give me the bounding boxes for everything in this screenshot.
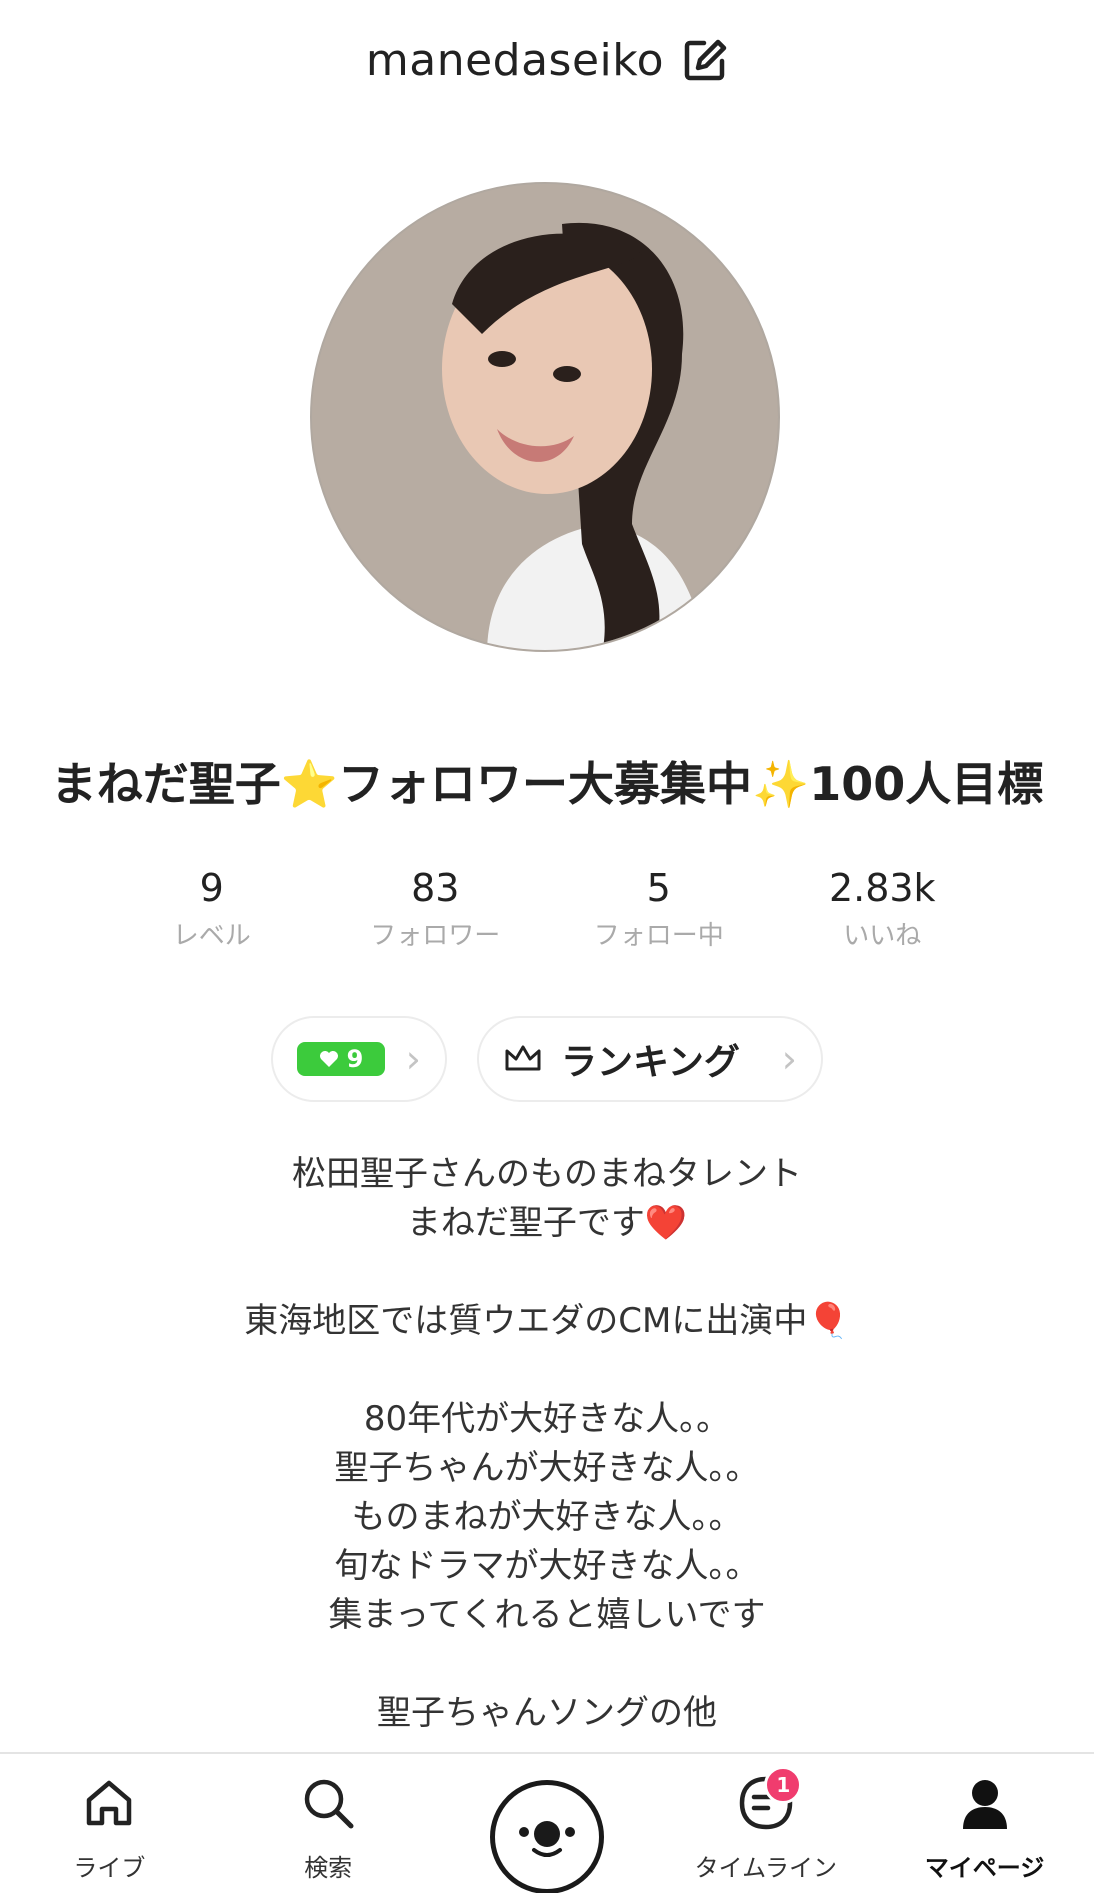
stat-label: レベル [172,921,251,951]
profile-avatar[interactable] [310,182,780,652]
bio-line [0,1346,1094,1395]
profile-bio: 松田聖子さんのものまねタレント まねだ聖子です❤️ 東海地区では質ウエダのCMに… [0,1150,1094,1738]
stat-value: 5 [646,866,671,910]
bio-line: 集まってくれると嬉しいです [328,1595,766,1635]
stat-value: 83 [411,866,460,910]
nav-item-live[interactable]: ライブ [0,1754,219,1893]
nav-item-start-live[interactable] [438,1754,657,1893]
stat-value: 9 [199,866,224,910]
bio-line: 東海地区では質ウエダのCMに出演中🎈 [244,1301,850,1341]
like-badge: 9 [297,1042,385,1076]
stat-level: 9 レベル [100,860,324,956]
bio-line: 松田聖子さんのものまねタレント [292,1154,802,1194]
stat-label: フォロー中 [593,921,724,951]
profile-stats: 9 レベル 83 フォロワー 5 フォロー中 2.83k いいね [100,860,994,956]
nav-label: ライブ [73,1854,146,1882]
bio-line: ものまねが大好きな人。。 [351,1497,743,1537]
crown-icon [505,1045,541,1071]
person-icon [962,1780,1007,1829]
camera-face-icon [518,1821,575,1857]
ranking-label: ランキング [561,1042,740,1083]
bottom-nav: ライブ 検索 1 タイムライン マイページ [0,1752,1094,1893]
bio-line [0,1248,1094,1297]
ranking-button[interactable]: ランキング › [477,1016,823,1102]
stat-following[interactable]: 5 フォロー中 [547,860,771,956]
nav-label: タイムライン [694,1854,837,1882]
like-count-button[interactable]: 9 › [271,1016,447,1102]
notification-badge: 1 [764,1766,803,1804]
search-icon [304,1779,354,1829]
profile-action-pills: 9 › ランキング › [0,1016,1094,1102]
bio-line [0,1640,1094,1689]
stat-followers[interactable]: 83 フォロワー [324,860,548,956]
bio-line: まねだ聖子です❤️ [406,1203,688,1243]
stat-likes: 2.83k いいね [771,860,995,956]
nav-label: マイページ [924,1854,1045,1882]
header: manedaseiko [0,28,1094,92]
home-icon [87,1780,132,1826]
bio-line: 聖子ちゃんソングの他 [377,1693,717,1733]
chevron-right-icon: › [781,1037,797,1081]
stat-label: フォロワー [370,921,501,951]
nav-label: 検索 [304,1854,353,1882]
nav-item-timeline[interactable]: 1 タイムライン [656,1754,875,1893]
like-count: 9 [346,1045,364,1073]
bio-line: 旬なドラマが大好きな人。。 [334,1546,760,1586]
stat-value: 2.83k [828,866,936,910]
profile-display-name: まねだ聖子⭐フォロワー大募集中✨100人目標 [50,757,1044,811]
bio-line: 80年代が大好きな人。。 [363,1399,731,1439]
heart-icon [319,1051,338,1067]
bio-line: 聖子ちゃんが大好きな人。。 [334,1448,760,1488]
username: manedaseiko [365,34,665,86]
nav-item-mypage[interactable]: マイページ [875,1754,1094,1893]
edit-icon[interactable] [682,37,728,83]
nav-item-search[interactable]: 検索 [219,1754,438,1893]
stat-label: いいね [843,921,922,951]
chevron-right-icon: › [405,1037,421,1081]
start-live-button[interactable] [489,1780,604,1893]
